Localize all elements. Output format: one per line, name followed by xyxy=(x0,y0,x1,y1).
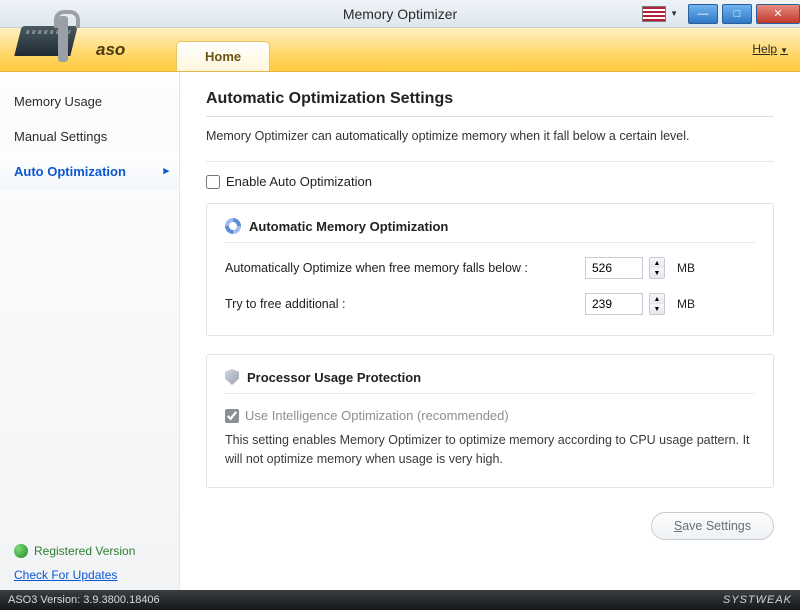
shield-icon xyxy=(225,369,239,385)
page-title: Automatic Optimization Settings xyxy=(206,90,774,117)
minimize-button[interactable]: — xyxy=(688,4,718,24)
free-additional-down-button[interactable]: ▼ xyxy=(650,304,664,314)
status-bar: ASO3 Version: 3.9.3800.18406 SYSTWEAK xyxy=(0,590,800,610)
ribbon-header: aso Home Help▼ xyxy=(0,28,800,72)
chevron-down-icon: ▼ xyxy=(780,46,788,55)
intelligence-optimization-input[interactable] xyxy=(225,409,239,423)
free-additional-label: Try to free additional : xyxy=(225,297,585,311)
version-text: ASO3 Version: 3.9.3800.18406 xyxy=(8,594,160,606)
wrench-icon xyxy=(58,16,68,62)
sidebar-item-manual-settings[interactable]: Manual Settings xyxy=(0,119,179,154)
threshold-label: Automatically Optimize when free memory … xyxy=(225,261,585,275)
enable-auto-optimization-input[interactable] xyxy=(206,175,220,189)
free-additional-input[interactable] xyxy=(585,293,643,315)
unit-label-2: MB xyxy=(677,297,695,311)
company-brand: SYSTWEAK xyxy=(723,594,792,606)
threshold-down-button[interactable]: ▼ xyxy=(650,268,664,278)
gear-icon xyxy=(225,218,241,234)
window-title: Memory Optimizer xyxy=(343,6,457,22)
sidebar-item-auto-optimization[interactable]: Auto Optimization xyxy=(0,154,179,189)
panel1-title: Automatic Memory Optimization xyxy=(249,219,448,234)
enable-auto-optimization-checkbox[interactable]: Enable Auto Optimization xyxy=(206,174,774,189)
sidebar: Memory Usage Manual Settings Auto Optimi… xyxy=(0,72,180,590)
panel-processor-usage-protection: Processor Usage Protection Use Intellige… xyxy=(206,354,774,488)
maximize-button[interactable]: □ xyxy=(722,4,752,24)
tab-home[interactable]: Home xyxy=(176,41,270,71)
free-additional-up-button[interactable]: ▲ xyxy=(650,294,664,304)
flag-dropdown-icon[interactable]: ▼ xyxy=(670,9,678,18)
panel2-title: Processor Usage Protection xyxy=(247,370,421,385)
help-menu[interactable]: Help▼ xyxy=(752,42,788,56)
main-content: Automatic Optimization Settings Memory O… xyxy=(180,72,800,590)
check-circle-icon xyxy=(14,544,28,558)
intelligence-optimization-label: Use Intelligence Optimization (recommend… xyxy=(245,408,509,423)
app-logo xyxy=(0,10,92,72)
intelligence-optimization-checkbox[interactable]: Use Intelligence Optimization (recommend… xyxy=(225,408,755,423)
flag-icon[interactable] xyxy=(642,6,666,22)
unit-label: MB xyxy=(677,261,695,275)
check-updates-link[interactable]: Check For Updates xyxy=(14,568,166,582)
chip-icon xyxy=(14,26,77,56)
enable-auto-optimization-label: Enable Auto Optimization xyxy=(226,174,372,189)
sidebar-item-memory-usage[interactable]: Memory Usage xyxy=(0,84,179,119)
panel2-description: This setting enables Memory Optimizer to… xyxy=(225,431,755,469)
threshold-input[interactable] xyxy=(585,257,643,279)
threshold-up-button[interactable]: ▲ xyxy=(650,258,664,268)
title-bar: Memory Optimizer ▼ — □ ✕ xyxy=(0,0,800,28)
divider xyxy=(206,161,774,162)
close-button[interactable]: ✕ xyxy=(756,4,800,24)
panel-automatic-memory-optimization: Automatic Memory Optimization Automatica… xyxy=(206,203,774,336)
save-settings-button[interactable]: Save Settings xyxy=(651,512,774,540)
brand-text: aso xyxy=(96,40,125,60)
registered-status: Registered Version xyxy=(14,544,166,558)
page-description: Memory Optimizer can automatically optim… xyxy=(206,129,774,143)
